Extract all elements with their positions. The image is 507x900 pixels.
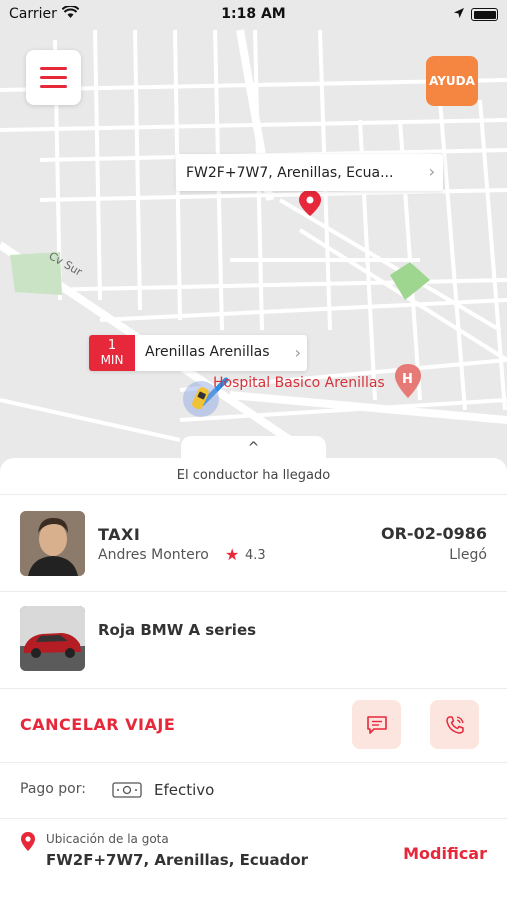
- help-button[interactable]: AYUDA: [426, 56, 478, 106]
- divider: [0, 494, 507, 495]
- map-view[interactable]: Cv Sur H AYUDA FW2F+7W7, Arenillas, Ecua…: [0, 0, 507, 470]
- payment-label: Pago por:: [20, 781, 86, 797]
- divider: [0, 818, 507, 819]
- clock: 1:18 AM: [221, 6, 286, 22]
- phone-icon: [445, 715, 464, 734]
- payment-method: Efectivo: [154, 781, 215, 799]
- divider: [0, 591, 507, 592]
- eta-number: 1: [107, 338, 117, 353]
- driver-name: Andres Montero: [98, 547, 209, 563]
- eta-unit: MIN: [100, 353, 124, 367]
- divider: [0, 762, 507, 763]
- eta-badge: 1 MIN: [89, 335, 135, 371]
- destination-label[interactable]: FW2F+7W7, Arenillas, Ecua... ›: [176, 154, 443, 191]
- driver-avatar: [20, 511, 85, 576]
- location-pin-icon: [21, 832, 35, 851]
- menu-button[interactable]: [26, 50, 81, 105]
- svg-text:H: H: [402, 372, 413, 387]
- location-arrow-icon: [454, 8, 464, 18]
- driver-status: Llegó: [449, 547, 487, 563]
- origin-label[interactable]: 1 MIN Arenillas Arenillas ›: [89, 335, 307, 371]
- poi-label: Hospital Basico Arenillas: [213, 375, 385, 391]
- driver-rating: 4.3: [245, 548, 266, 563]
- star-icon: ★: [225, 545, 240, 564]
- destination-label-text: FW2F+7W7, Arenillas, Ecua...: [186, 164, 394, 181]
- car-model: Roja BMW A series: [98, 621, 257, 639]
- message-button[interactable]: [352, 700, 401, 749]
- status-bar: Carrier 1:18 AM: [0, 0, 507, 28]
- cash-icon: [112, 782, 142, 798]
- chevron-right-icon: ›: [294, 343, 301, 362]
- modify-dropoff-button[interactable]: Modificar: [403, 844, 487, 863]
- license-plate: OR-02-0986: [381, 524, 487, 543]
- chevron-up-icon: ^: [247, 440, 260, 456]
- trip-status: El conductor ha llegado: [176, 468, 331, 483]
- car-photo: [20, 606, 85, 671]
- service-type: TAXI: [98, 525, 141, 544]
- origin-label-text: Arenillas Arenillas: [145, 344, 270, 360]
- dropoff-title: Ubicación de la gota: [46, 832, 169, 846]
- battery-icon: [471, 8, 498, 21]
- divider: [0, 688, 507, 689]
- call-button[interactable]: [430, 700, 479, 749]
- dropoff-address: FW2F+7W7, Arenillas, Ecuador: [46, 851, 309, 869]
- cancel-trip-button[interactable]: CANCELAR VIAJE: [20, 715, 175, 734]
- chat-icon: [366, 715, 387, 734]
- chevron-right-icon: ›: [428, 162, 435, 181]
